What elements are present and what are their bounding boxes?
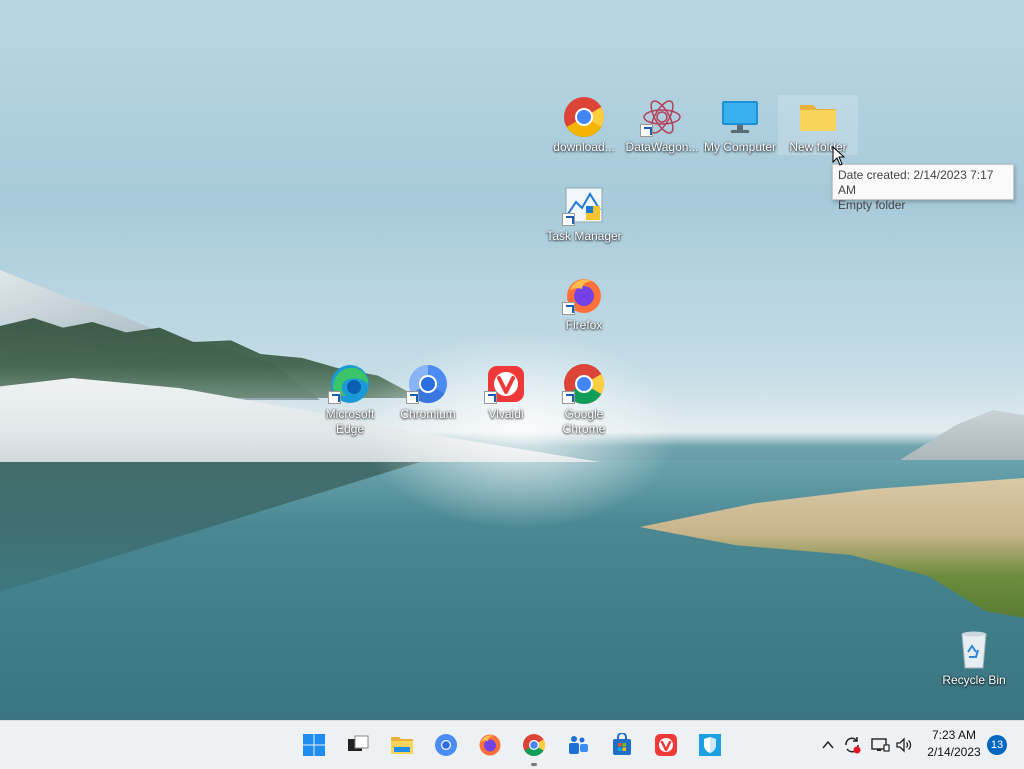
folder-icon bbox=[796, 95, 840, 139]
chromium-icon bbox=[435, 734, 457, 756]
task-manager-icon bbox=[562, 184, 606, 228]
sync-tray-button[interactable] bbox=[842, 735, 862, 755]
store-taskbar-button[interactable] bbox=[608, 731, 636, 759]
desktop-icon-label: Chromium bbox=[400, 407, 456, 421]
vivaldi-icon bbox=[484, 362, 528, 406]
desktop-icon-new-folder[interactable]: New folder bbox=[778, 95, 858, 155]
task-view-icon bbox=[348, 735, 369, 751]
mouse-cursor-icon bbox=[832, 145, 846, 171]
vivaldi-taskbar-button[interactable] bbox=[652, 731, 680, 759]
shortcut-arrow-icon bbox=[562, 213, 575, 226]
chrome-icon bbox=[523, 734, 545, 756]
desktop-icon-label: Vivaldi bbox=[488, 407, 524, 421]
desktop-icon-vivaldi[interactable]: Vivaldi bbox=[466, 362, 546, 422]
defender-taskbar-button[interactable] bbox=[696, 731, 724, 759]
shortcut-arrow-icon bbox=[406, 391, 419, 404]
desktop-icon-firefox[interactable]: Firefox bbox=[544, 273, 624, 333]
volume-tray-button[interactable] bbox=[894, 735, 914, 755]
network-tray-button[interactable] bbox=[870, 735, 890, 755]
store-icon bbox=[613, 733, 631, 755]
chromium-taskbar-button[interactable] bbox=[432, 731, 460, 759]
vivaldi-icon bbox=[655, 734, 677, 756]
desktop-icon-label: DataWagon... bbox=[625, 140, 699, 154]
wallpaper-glow bbox=[360, 330, 680, 530]
recycle-bin-icon bbox=[952, 628, 996, 672]
chevron-up-icon bbox=[822, 740, 834, 749]
edge-icon bbox=[328, 362, 372, 406]
desktop-icon-label: Google Chrome bbox=[562, 407, 606, 436]
sync-icon bbox=[845, 737, 861, 754]
tooltip-description: Empty folder bbox=[838, 198, 906, 212]
task-view-button[interactable] bbox=[344, 731, 372, 759]
chrome-taskbar-button[interactable] bbox=[520, 731, 548, 766]
desktop-icon-label: Microsoft Edge bbox=[325, 407, 375, 436]
notification-badge[interactable]: 13 bbox=[987, 735, 1007, 755]
firefox-taskbar-button[interactable] bbox=[476, 731, 504, 759]
start-icon bbox=[303, 734, 325, 756]
firefox-icon bbox=[562, 273, 606, 317]
start-button[interactable] bbox=[300, 731, 328, 759]
desktop[interactable]: download... DataWagon... My Computer New… bbox=[0, 0, 1024, 720]
monitor-icon bbox=[718, 95, 762, 139]
network-icon bbox=[871, 738, 890, 752]
desktop-icon-task-manager[interactable]: Task Manager bbox=[544, 184, 624, 244]
chrome-icon bbox=[562, 362, 606, 406]
desktop-icon-recycle-bin[interactable]: Recycle Bin bbox=[934, 628, 1014, 688]
desktop-icon-edge[interactable]: Microsoft Edge bbox=[310, 362, 390, 437]
desktop-icon-datawagon[interactable]: DataWagon... bbox=[622, 95, 702, 155]
speaker-icon bbox=[896, 737, 912, 753]
wallpaper-mountain-right bbox=[900, 410, 1024, 460]
folder-tooltip: Date created: 2/14/2023 7:17 AM Empty fo… bbox=[832, 164, 1014, 212]
taskbar: 7:23 AM 2/14/2023 13 bbox=[0, 720, 1024, 769]
desktop-icon-label: Firefox bbox=[565, 318, 603, 332]
desktop-icon-label: New folder bbox=[789, 140, 847, 154]
desktop-icon-label: My Computer bbox=[703, 140, 777, 154]
desktop-icon-label: Task Manager bbox=[546, 229, 622, 243]
shortcut-arrow-icon bbox=[562, 302, 575, 315]
defender-icon bbox=[699, 734, 721, 756]
shortcut-arrow-icon bbox=[328, 391, 341, 404]
shortcut-arrow-icon bbox=[484, 391, 497, 404]
clock-time: 7:23 AM bbox=[931, 728, 977, 742]
firefox-icon bbox=[479, 734, 501, 756]
tooltip-date-created: Date created: 2/14/2023 7:17 AM bbox=[838, 168, 994, 197]
file-explorer-button[interactable] bbox=[388, 731, 416, 759]
taskbar-clock[interactable]: 7:23 AM 2/14/2023 bbox=[922, 727, 986, 761]
shortcut-arrow-icon bbox=[562, 391, 575, 404]
desktop-icon-label: download... bbox=[553, 140, 615, 154]
chrome-icon bbox=[562, 95, 606, 139]
desktop-icon-my-computer[interactable]: My Computer bbox=[700, 95, 780, 155]
file-explorer-icon bbox=[391, 737, 413, 754]
datawagon-icon bbox=[640, 95, 684, 139]
chromium-icon bbox=[406, 362, 450, 406]
teams-icon bbox=[569, 736, 588, 754]
shortcut-arrow-icon bbox=[640, 124, 653, 137]
clock-date: 2/14/2023 bbox=[927, 745, 981, 759]
teams-taskbar-button[interactable] bbox=[564, 731, 592, 759]
desktop-icon-google-chrome[interactable]: Google Chrome bbox=[544, 362, 624, 437]
desktop-icon-chromium[interactable]: Chromium bbox=[388, 362, 468, 422]
show-hidden-icons-button[interactable] bbox=[818, 735, 838, 755]
desktop-icon-label: Recycle Bin bbox=[942, 673, 1006, 687]
desktop-icon-downloads[interactable]: download... bbox=[544, 95, 624, 155]
